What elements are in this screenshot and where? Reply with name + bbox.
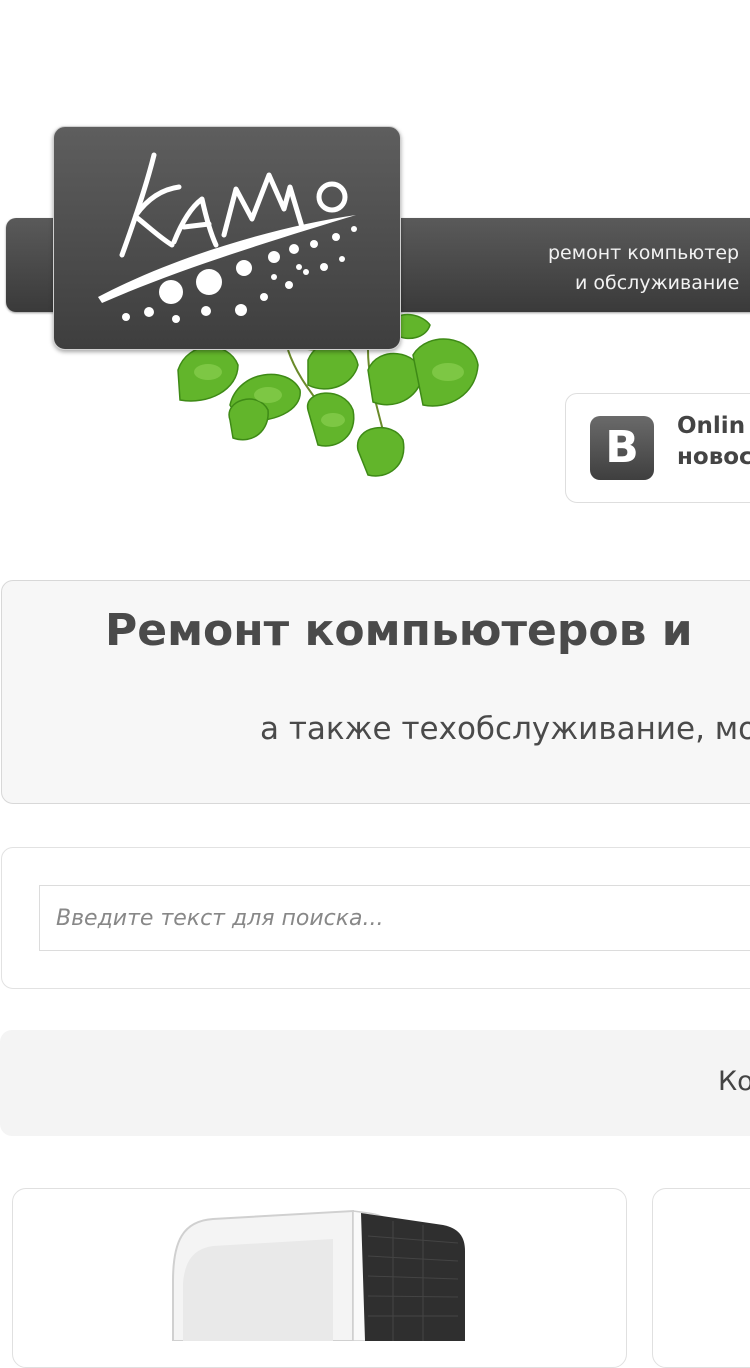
- hero-subtitle: а также техобслуживание, мо: [260, 711, 750, 747]
- vk-line-1: Onlin: [677, 413, 746, 439]
- vk-widget-text: Onlin новос: [677, 411, 750, 473]
- nav-link[interactable]: Ко: [718, 1066, 750, 1097]
- computer-case-image: [153, 1191, 493, 1341]
- vk-line-2: новос: [677, 444, 750, 470]
- product-card[interactable]: [652, 1188, 750, 1368]
- header-tagline: ремонт компьютер и обслуживание: [548, 238, 750, 298]
- search-input[interactable]: [39, 885, 750, 951]
- hero-panel: Ремонт компьютеров и а также техобслужив…: [1, 580, 750, 804]
- nav-strip: Ко: [0, 1030, 750, 1136]
- search-panel: [1, 847, 750, 989]
- product-card[interactable]: [12, 1188, 627, 1368]
- site-logo[interactable]: [53, 126, 401, 350]
- kamo-logo-mark: [98, 152, 357, 323]
- vk-icon: B: [590, 416, 654, 480]
- tagline-line-1: ремонт компьютер: [548, 242, 740, 264]
- hero-title: Ремонт компьютеров и: [105, 605, 693, 656]
- tagline-line-2: и обслуживание: [575, 272, 740, 294]
- vk-widget[interactable]: B Onlin новос: [565, 393, 750, 503]
